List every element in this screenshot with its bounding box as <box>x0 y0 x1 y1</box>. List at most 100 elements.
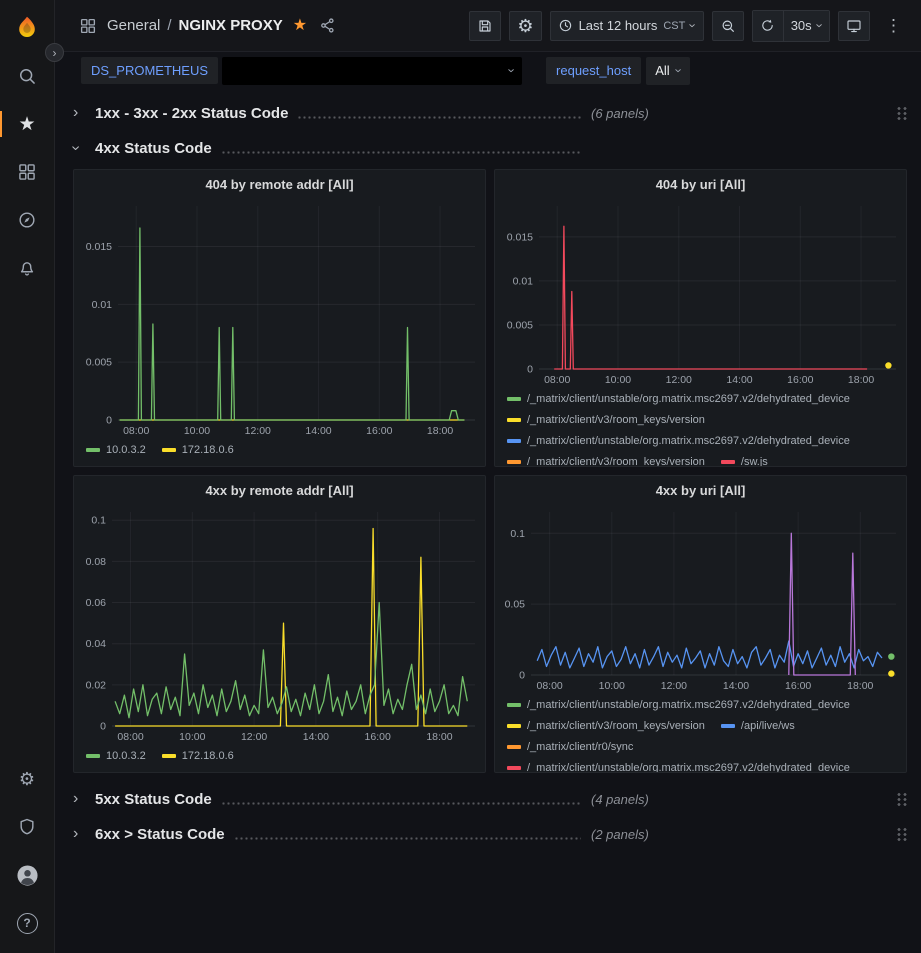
legend-item[interactable]: /_matrix/client/unstable/org.matrix.msc2… <box>507 762 850 773</box>
sidebar-item-configuration[interactable]: ⚙ <box>7 759 47 799</box>
refresh-button[interactable] <box>753 11 783 41</box>
var-datasource-value[interactable]: › <box>222 57 522 85</box>
sidebar-expand-button[interactable]: › <box>45 43 64 62</box>
zoom-out-icon <box>720 18 736 34</box>
svg-text:14:00: 14:00 <box>726 374 752 386</box>
row-drag-handle[interactable] <box>896 827 907 842</box>
svg-text:14:00: 14:00 <box>305 425 331 437</box>
legend-color-chip <box>507 397 521 401</box>
tv-mode-button[interactable] <box>838 11 870 41</box>
save-dashboard-button[interactable] <box>469 11 501 41</box>
svg-text:10:00: 10:00 <box>184 425 210 437</box>
favorite-star-icon[interactable]: ★ <box>293 18 307 34</box>
var-datasource-label[interactable]: DS_PROMETHEUS <box>81 57 218 84</box>
apps-icon <box>79 17 97 35</box>
compass-icon <box>17 210 37 230</box>
grafana-logo[interactable] <box>7 8 47 48</box>
legend-item[interactable]: /_matrix/client/r0/sync <box>507 741 633 753</box>
row-header-1xx-3xx-2xx[interactable]: › 1xx - 3xx - 2xx Status Code (6 panels) <box>73 99 907 127</box>
sidebar-item-help[interactable]: ? <box>7 903 47 943</box>
chevron-right-icon: › <box>73 790 95 808</box>
navbar-actions: ⚙ Last 12 hours CST › <box>469 10 909 42</box>
panel-404-by-remote-addr: 404 by remote addr [All] 08:0010:0012:00… <box>73 169 486 467</box>
sidebar-item-profile[interactable] <box>7 855 47 895</box>
legend-item[interactable]: /_matrix/client/v3/room_keys/version <box>507 414 705 426</box>
panel-grid: 404 by remote addr [All] 08:0010:0012:00… <box>73 169 907 773</box>
shield-icon <box>17 817 37 837</box>
var-request-host-value[interactable]: All › <box>646 57 690 85</box>
panel-title[interactable]: 404 by remote addr [All] <box>74 170 485 198</box>
svg-text:08:00: 08:00 <box>117 731 143 743</box>
legend-label: /sw.js <box>741 456 768 467</box>
panel-legend: /_matrix/client/unstable/org.matrix.msc2… <box>495 387 906 466</box>
legend-color-chip <box>721 724 735 728</box>
time-range-picker[interactable]: Last 12 hours CST › <box>550 11 704 41</box>
breadcrumb-separator: / <box>167 17 171 34</box>
svg-text:12:00: 12:00 <box>666 374 692 386</box>
breadcrumb-section[interactable]: General <box>107 17 160 34</box>
main-area: › General / NGINX PROXY ★ <box>55 0 921 953</box>
refresh-interval-picker[interactable]: 30s › <box>783 11 829 41</box>
var-request-host-label[interactable]: request_host <box>546 57 641 84</box>
legend-item[interactable]: 10.0.3.2 <box>86 444 146 456</box>
sidebar-item-server-admin[interactable] <box>7 807 47 847</box>
variables-bar: DS_PROMETHEUS › request_host All › <box>55 52 921 89</box>
legend-item[interactable]: /_matrix/client/v3/room_keys/version <box>507 456 705 467</box>
row-header-5xx[interactable]: › 5xx Status Code (4 panels) <box>73 785 907 813</box>
var-request-host-text: All <box>655 63 669 78</box>
gear-icon: ⚙ <box>19 770 35 788</box>
panel-title[interactable]: 404 by uri [All] <box>495 170 906 198</box>
sidebar-item-explore[interactable] <box>7 200 47 240</box>
panel-title[interactable]: 4xx by uri [All] <box>495 476 906 504</box>
row-drag-handle[interactable] <box>896 106 907 121</box>
sidebar-item-starred[interactable]: ★ <box>7 104 47 144</box>
sidebar: ★ ⚙ <box>0 0 55 953</box>
legend-item[interactable]: /sw.js <box>721 456 768 467</box>
timeseries-chart[interactable]: 08:0010:0012:0014:0016:0018:0000.020.040… <box>74 504 485 744</box>
timeseries-chart[interactable]: 08:0010:0012:0014:0016:0018:0000.0050.01… <box>74 198 485 438</box>
svg-text:18:00: 18:00 <box>848 374 874 386</box>
share-alt-icon <box>319 17 336 34</box>
legend-item[interactable]: /_matrix/client/unstable/org.matrix.msc2… <box>507 393 850 405</box>
legend-item[interactable]: 172.18.0.6 <box>162 444 234 456</box>
svg-text:12:00: 12:00 <box>661 680 687 692</box>
legend-color-chip <box>507 703 521 707</box>
more-options-button[interactable]: ⋮ <box>878 11 909 41</box>
row-header-6xx[interactable]: › 6xx > Status Code (2 panels) <box>73 820 907 848</box>
panel-title[interactable]: 4xx by remote addr [All] <box>74 476 485 504</box>
legend-item[interactable]: /api/live/ws <box>721 720 795 732</box>
chevron-down-icon: › <box>672 68 685 72</box>
legend-item[interactable]: /_matrix/client/unstable/org.matrix.msc2… <box>507 435 850 447</box>
svg-text:0.01: 0.01 <box>92 299 113 311</box>
legend-color-chip <box>162 448 176 452</box>
refresh-group: 30s › <box>752 10 830 42</box>
zoom-out-button[interactable] <box>712 11 744 41</box>
breadcrumb-title[interactable]: NGINX PROXY <box>179 17 283 34</box>
sidebar-item-dashboards[interactable] <box>7 152 47 192</box>
svg-text:14:00: 14:00 <box>303 731 329 743</box>
legend-label: /_matrix/client/unstable/org.matrix.msc2… <box>527 762 850 773</box>
timeseries-chart[interactable]: 08:0010:0012:0014:0016:0018:0000.0050.01… <box>495 198 906 387</box>
sidebar-item-search[interactable] <box>7 56 47 96</box>
row-header-4xx[interactable]: › 4xx Status Code <box>73 134 907 162</box>
svg-text:0.015: 0.015 <box>86 241 112 253</box>
legend-item[interactable]: /_matrix/client/unstable/org.matrix.msc2… <box>507 699 850 711</box>
svg-text:0.02: 0.02 <box>86 679 107 691</box>
svg-text:12:00: 12:00 <box>241 731 267 743</box>
star-icon: ★ <box>18 115 35 134</box>
legend-label: /_matrix/client/unstable/org.matrix.msc2… <box>527 699 850 711</box>
legend-label: 172.18.0.6 <box>182 444 234 456</box>
svg-text:14:00: 14:00 <box>723 680 749 692</box>
sidebar-item-alerting[interactable] <box>7 248 47 288</box>
svg-text:0.005: 0.005 <box>507 319 533 331</box>
timeseries-chart[interactable]: 08:0010:0012:0014:0016:0018:0000.050.1 <box>495 504 906 693</box>
share-icon[interactable] <box>319 17 336 34</box>
legend-item[interactable]: 172.18.0.6 <box>162 750 234 762</box>
legend-item[interactable]: 10.0.3.2 <box>86 750 146 762</box>
row-drag-handle[interactable] <box>896 792 907 807</box>
svg-text:0.01: 0.01 <box>513 275 534 287</box>
legend-item[interactable]: /_matrix/client/v3/room_keys/version <box>507 720 705 732</box>
kebab-icon: ⋮ <box>885 16 902 36</box>
legend-label: 10.0.3.2 <box>106 444 146 456</box>
dashboard-settings-button[interactable]: ⚙ <box>509 11 541 41</box>
